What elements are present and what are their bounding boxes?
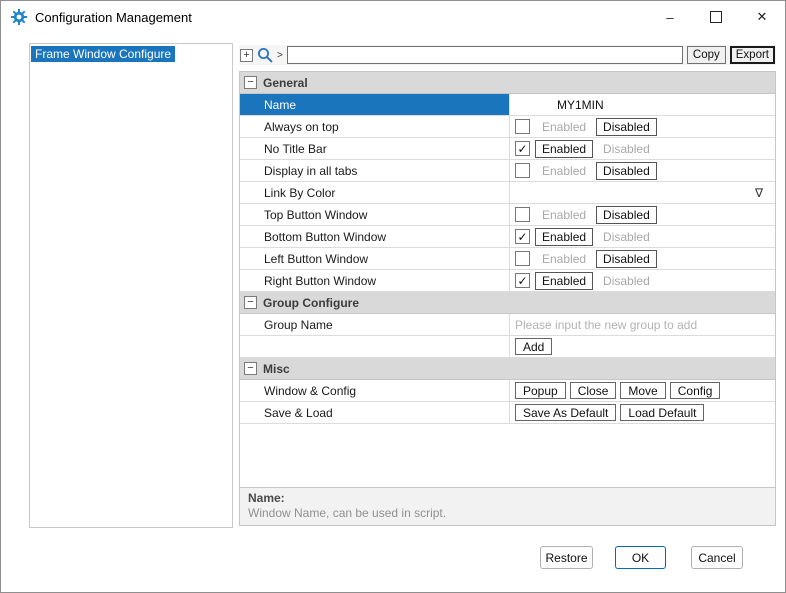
row-name: Name MY1MIN xyxy=(240,94,775,116)
row-link-by-color: Link By Color ∇ xyxy=(240,182,775,204)
close-window-button[interactable]: Close xyxy=(569,382,617,399)
cancel-button[interactable]: Cancel xyxy=(691,546,743,569)
close-icon: ✕ xyxy=(756,9,768,24)
left-button-window-enabled-option[interactable]: Enabled xyxy=(535,250,593,268)
sidebar-item-frame-window-configure[interactable]: Frame Window Configure xyxy=(31,46,176,62)
minimize-button[interactable]: – xyxy=(647,1,693,33)
add-group-button[interactable]: Add xyxy=(515,338,553,355)
row-left-button-window: Left Button Window Enabled Disabled xyxy=(240,248,775,270)
row-label-save-and-load[interactable]: Save & Load xyxy=(240,402,510,423)
bottom-button-window-disabled-option[interactable]: Disabled xyxy=(596,228,657,246)
no-title-bar-enabled-option[interactable]: Enabled xyxy=(535,139,594,158)
load-default-button[interactable]: Load Default xyxy=(620,404,705,421)
always-on-top-disabled-option[interactable]: Disabled xyxy=(596,117,657,136)
gear-icon xyxy=(11,9,27,25)
row-no-title-bar: No Title Bar ✓ Enabled Disabled xyxy=(240,138,775,160)
section-header-general: − General xyxy=(240,72,775,94)
row-label-top-button-window[interactable]: Top Button Window xyxy=(240,204,510,225)
row-right-button-window: Right Button Window ✓ Enabled Disabled xyxy=(240,270,775,292)
titlebar: Configuration Management – ✕ xyxy=(1,1,785,33)
chevron-right-icon: > xyxy=(277,49,283,61)
row-label-bottom-button-window[interactable]: Bottom Button Window xyxy=(240,226,510,247)
window-controls: – ✕ xyxy=(647,1,785,33)
collapse-icon[interactable]: − xyxy=(244,76,257,89)
right-button-window-checkbox[interactable]: ✓ xyxy=(515,273,530,288)
no-title-bar-disabled-option[interactable]: Disabled xyxy=(596,140,657,158)
left-button-window-disabled-option[interactable]: Disabled xyxy=(596,249,657,268)
property-grid: − General Name MY1MIN Always on top Enab… xyxy=(239,71,776,488)
display-in-all-tabs-disabled-option[interactable]: Disabled xyxy=(596,161,657,180)
always-on-top-enabled-option[interactable]: Enabled xyxy=(535,118,593,136)
display-in-all-tabs-checkbox[interactable] xyxy=(515,163,530,178)
row-group-name: Group Name Please input the new group to… xyxy=(240,314,775,336)
top-button-window-enabled-option[interactable]: Enabled xyxy=(535,206,593,224)
group-name-input[interactable]: Please input the new group to add xyxy=(515,318,697,332)
copy-button[interactable]: Copy xyxy=(686,46,726,64)
description-title: Name: xyxy=(248,491,285,505)
grid-filler xyxy=(240,424,775,487)
search-icon xyxy=(257,47,273,63)
row-top-button-window: Top Button Window Enabled Disabled xyxy=(240,204,775,226)
collapse-icon[interactable]: − xyxy=(244,362,257,375)
row-label-no-title-bar[interactable]: No Title Bar xyxy=(240,138,510,159)
restore-button[interactable]: Restore xyxy=(540,546,593,569)
bottom-button-window-checkbox[interactable]: ✓ xyxy=(515,229,530,244)
description-text: Window Name, can be used in script. xyxy=(248,506,447,520)
display-in-all-tabs-enabled-option[interactable]: Enabled xyxy=(535,162,593,180)
move-button[interactable]: Move xyxy=(620,382,666,399)
expand-all-button[interactable]: + xyxy=(240,48,253,62)
row-label-link-by-color[interactable]: Link By Color xyxy=(240,182,510,203)
window-title: Configuration Management xyxy=(35,9,192,25)
section-title: Misc xyxy=(263,361,290,376)
link-by-color-dropdown[interactable]: ∇ xyxy=(510,182,775,203)
row-always-on-top: Always on top Enabled Disabled xyxy=(240,116,775,138)
row-label-right-button-window[interactable]: Right Button Window xyxy=(240,270,510,291)
section-header-misc: − Misc xyxy=(240,358,775,380)
export-button[interactable]: Export xyxy=(729,46,775,64)
right-button-window-disabled-option[interactable]: Disabled xyxy=(596,272,657,290)
row-label-window-and-config[interactable]: Window & Config xyxy=(240,380,510,401)
ok-button[interactable]: OK xyxy=(615,546,666,569)
row-label-group-name[interactable]: Group Name xyxy=(240,314,510,335)
row-label-always-on-top[interactable]: Always on top xyxy=(240,116,510,137)
maximize-icon xyxy=(710,11,722,23)
search-toolbar: + > Copy Export xyxy=(239,45,776,65)
maximize-button[interactable] xyxy=(693,1,739,33)
close-button[interactable]: ✕ xyxy=(739,1,785,33)
row-label-left-button-window[interactable]: Left Button Window xyxy=(240,248,510,269)
dropdown-arrow-icon[interactable]: ∇ xyxy=(755,186,763,200)
configuration-management-dialog: Configuration Management – ✕ Frame Windo… xyxy=(0,0,786,593)
config-button[interactable]: Config xyxy=(669,382,721,399)
config-list-panel: Frame Window Configure xyxy=(29,43,233,528)
section-header-group-configure: − Group Configure xyxy=(240,292,775,314)
row-display-in-all-tabs: Display in all tabs Enabled Disabled xyxy=(240,160,775,182)
popup-button[interactable]: Popup xyxy=(515,382,566,399)
no-title-bar-checkbox[interactable]: ✓ xyxy=(515,141,530,156)
section-title: General xyxy=(263,75,308,90)
top-button-window-checkbox[interactable] xyxy=(515,207,530,222)
name-value-field[interactable]: MY1MIN xyxy=(510,94,775,115)
row-bottom-button-window: Bottom Button Window ✓ Enabled Disabled xyxy=(240,226,775,248)
row-label-display-in-all-tabs[interactable]: Display in all tabs xyxy=(240,160,510,181)
row-save-and-load: Save & Load Save As Default Load Default xyxy=(240,402,775,424)
property-panel: + > Copy Export − General Name MY1MIN Al… xyxy=(239,45,776,528)
always-on-top-checkbox[interactable] xyxy=(515,119,530,134)
section-title: Group Configure xyxy=(263,295,359,310)
row-label-name[interactable]: Name xyxy=(240,94,510,115)
row-group-add: Add xyxy=(240,336,775,358)
search-input[interactable] xyxy=(286,46,683,64)
minimize-icon: – xyxy=(666,9,674,25)
save-as-default-button[interactable]: Save As Default xyxy=(515,404,617,421)
right-button-window-enabled-option[interactable]: Enabled xyxy=(535,271,594,290)
row-window-and-config: Window & Config Popup Close Move Config xyxy=(240,380,775,402)
bottom-button-window-enabled-option[interactable]: Enabled xyxy=(535,227,594,246)
collapse-icon[interactable]: − xyxy=(244,296,257,309)
description-panel: Name: Window Name, can be used in script… xyxy=(239,487,776,526)
left-button-window-checkbox[interactable] xyxy=(515,251,530,266)
row-label-group-add xyxy=(240,336,510,357)
top-button-window-disabled-option[interactable]: Disabled xyxy=(596,205,657,224)
